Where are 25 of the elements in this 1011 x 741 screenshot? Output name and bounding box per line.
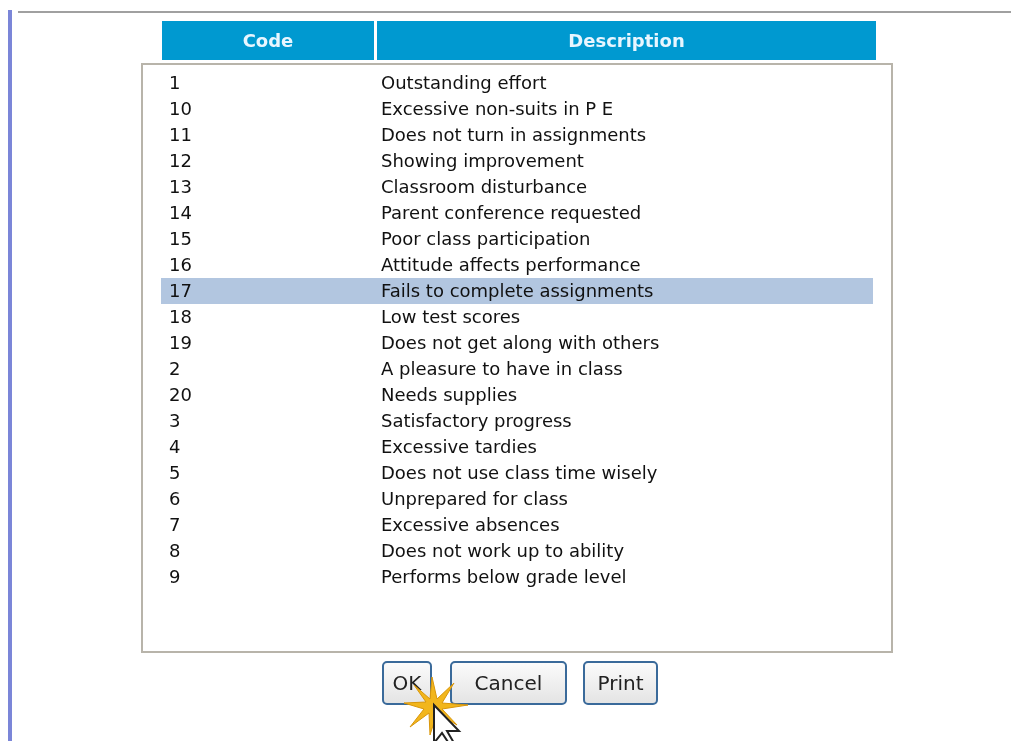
list-row[interactable]: 6 Unprepared for class (161, 486, 873, 512)
list-row[interactable]: 17 Fails to complete assignments (161, 278, 873, 304)
list-row[interactable]: 3 Satisfactory progress (161, 408, 873, 434)
list-row[interactable]: 1 Outstanding effort (161, 70, 873, 96)
list-row[interactable]: 2 A pleasure to have in class (161, 356, 873, 382)
list-row[interactable]: 9 Performs below grade level (161, 564, 873, 590)
ok-button[interactable]: OK (382, 661, 432, 705)
list-row[interactable]: 4 Excessive tardies (161, 434, 873, 460)
list-row[interactable]: 5 Does not use class time wisely (161, 460, 873, 486)
list-row[interactable]: 16 Attitude affects performance (161, 252, 873, 278)
list-row[interactable]: 19 Does not get along with others (161, 330, 873, 356)
list-row[interactable]: 13 Classroom disturbance (161, 174, 873, 200)
list-row[interactable]: 7 Excessive absences (161, 512, 873, 538)
list-row[interactable]: 12 Showing improvement (161, 148, 873, 174)
list-row[interactable]: 15 Poor class participation (161, 226, 873, 252)
column-header: Description (377, 21, 876, 60)
cancel-button[interactable]: Cancel (450, 661, 567, 705)
list-row[interactable]: 18 Low test scores (161, 304, 873, 330)
list-row[interactable]: 11 Does not turn in assignments (161, 122, 873, 148)
column-header: Code (162, 21, 374, 60)
list-row[interactable]: 8 Does not work up to ability (161, 538, 873, 564)
list-row[interactable]: 10 Excessive non-suits in P E (161, 96, 873, 122)
list-row[interactable]: 14 Parent conference requested (161, 200, 873, 226)
print-button[interactable]: Print (583, 661, 658, 705)
list-row[interactable]: 20 Needs supplies (161, 382, 873, 408)
